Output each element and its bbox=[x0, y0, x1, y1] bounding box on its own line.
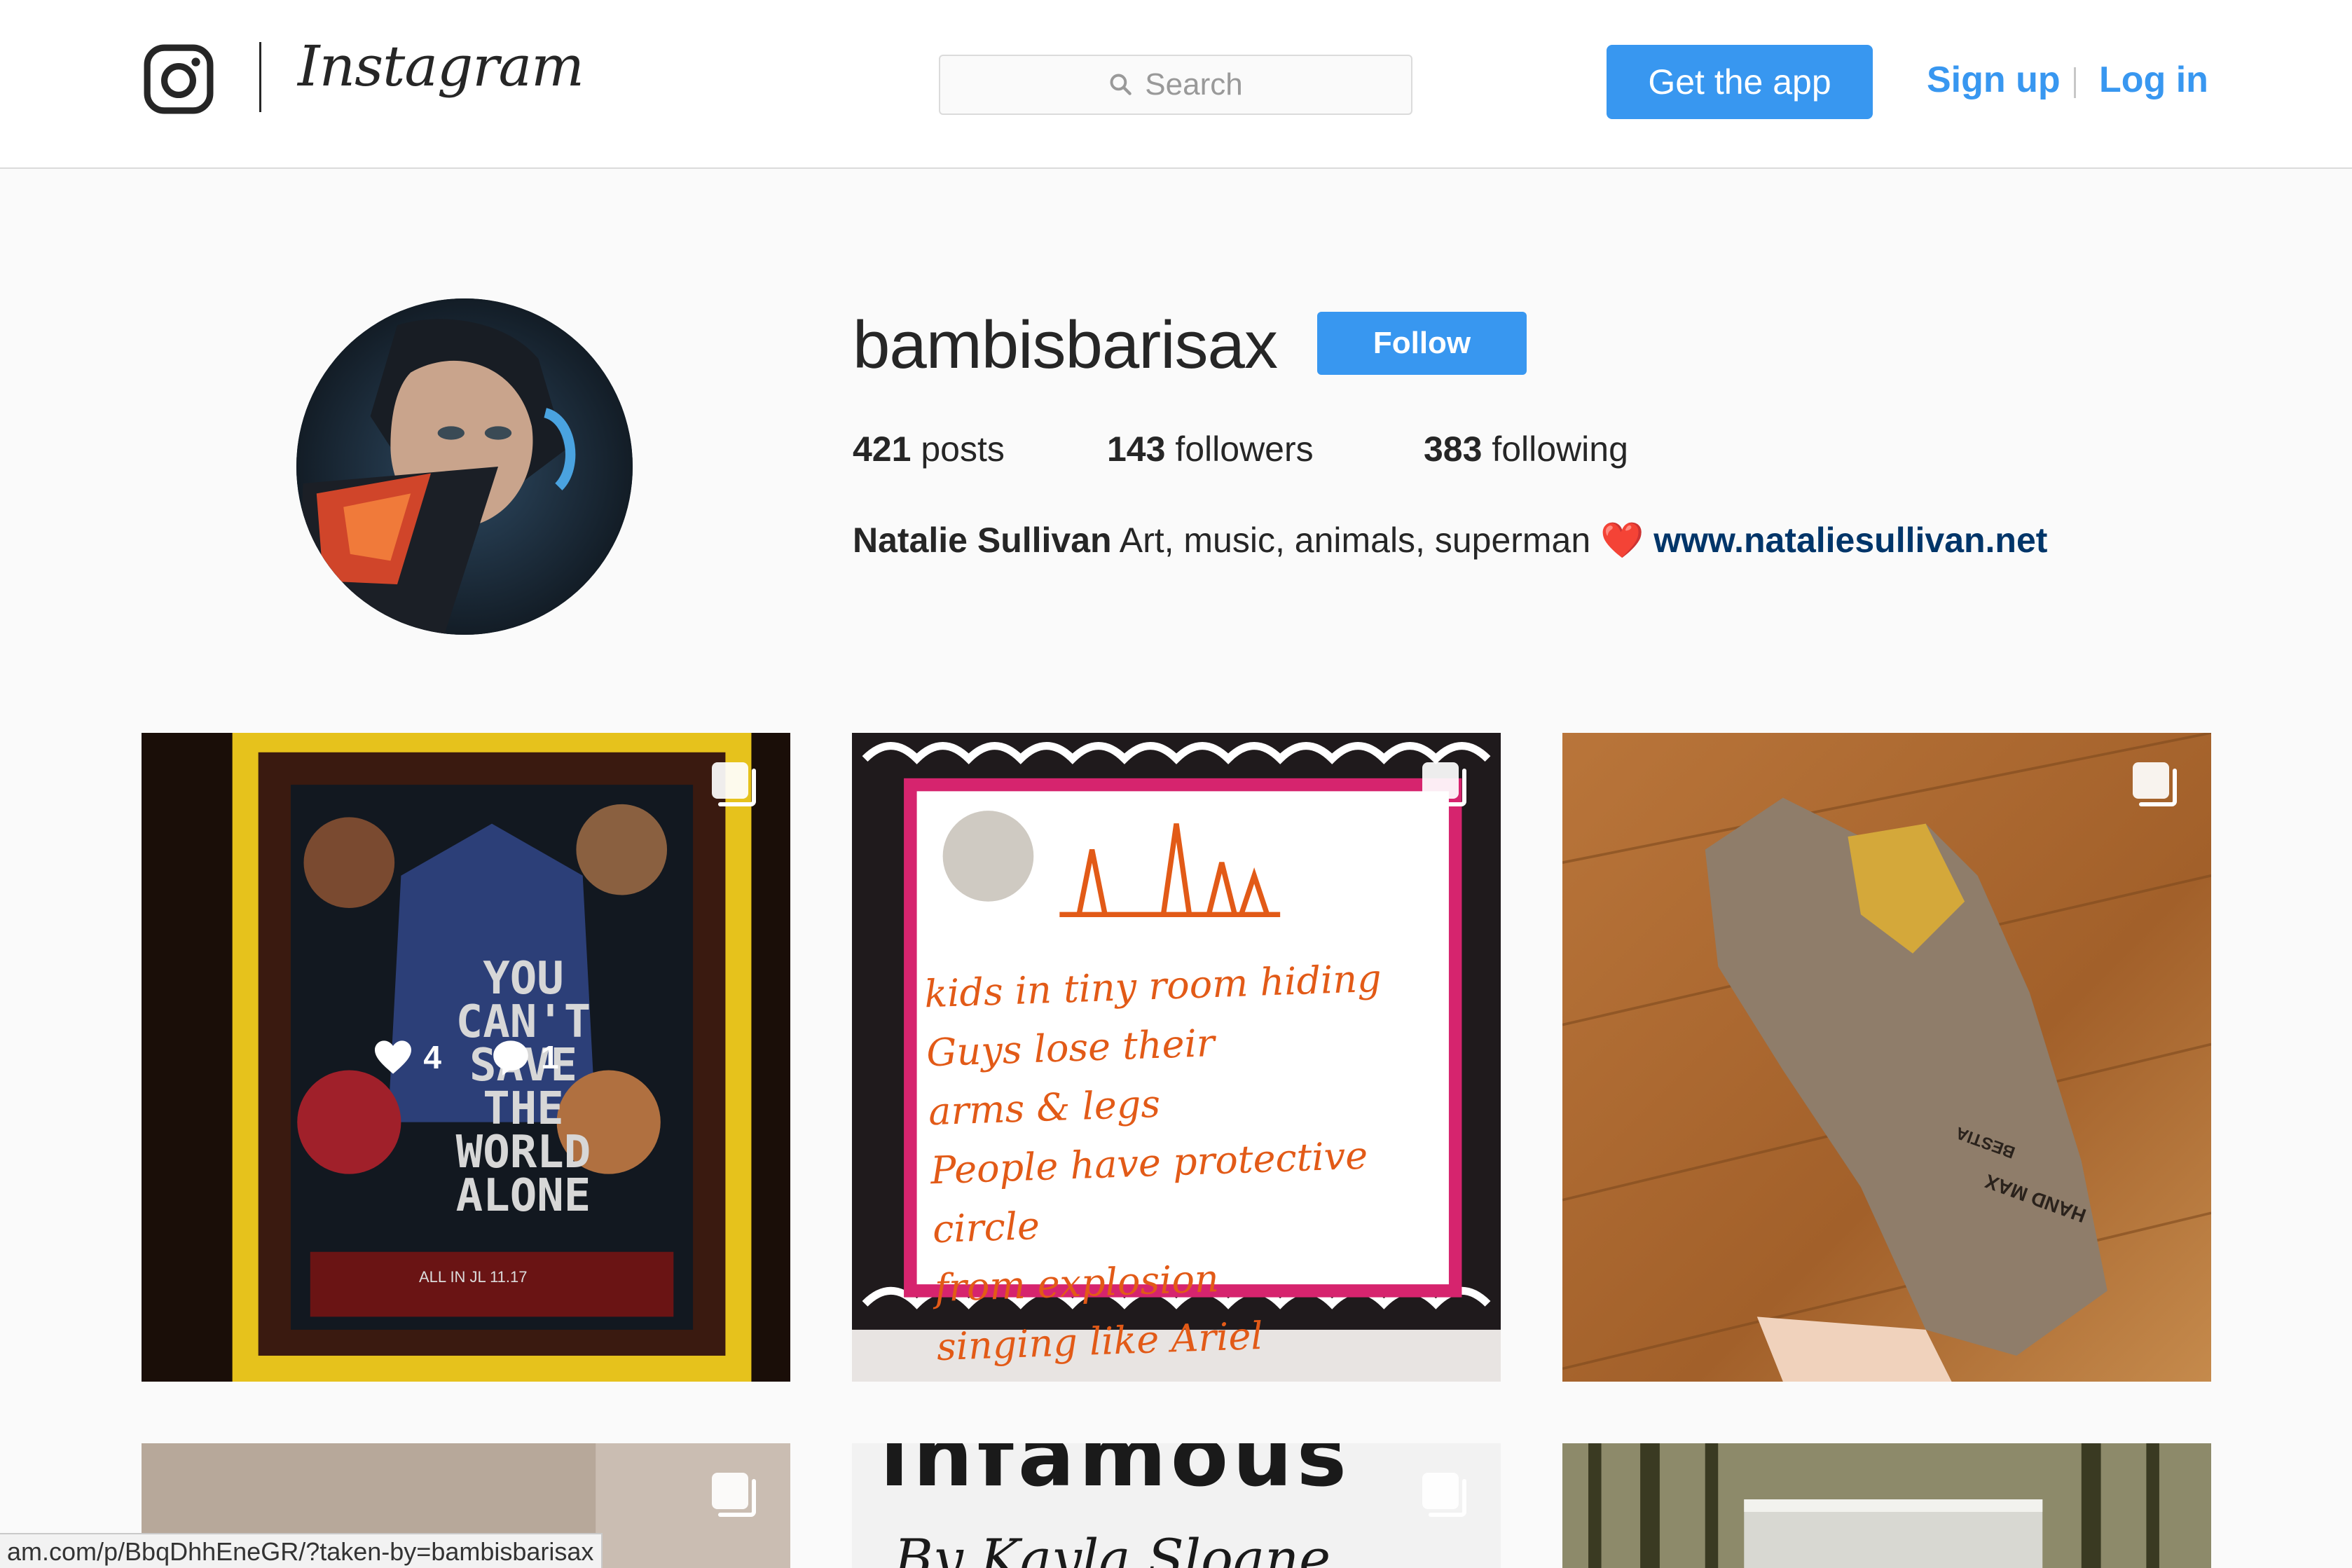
handwritten-note: kids in tiny room hiding Guys lose their… bbox=[923, 947, 1470, 1377]
sign-up-link[interactable]: Sign up bbox=[1927, 59, 2061, 101]
avatar-image bbox=[296, 298, 633, 635]
instagram-camera-icon[interactable] bbox=[143, 43, 214, 115]
multiple-photos-icon bbox=[712, 1473, 756, 1517]
follow-button[interactable]: Follow bbox=[1317, 312, 1527, 375]
browser-status-url: am.com/p/BbqDhhEneGR/?taken-by=bambisbar… bbox=[0, 1533, 603, 1568]
auth-divider bbox=[2074, 67, 2076, 98]
following-stat[interactable]: 383 following bbox=[1424, 429, 1628, 469]
multiple-photos-icon bbox=[712, 762, 756, 806]
comments-count: 1 bbox=[541, 1039, 559, 1075]
log-in-link[interactable]: Log in bbox=[2099, 59, 2208, 101]
multiple-photos-icon bbox=[1422, 762, 1466, 806]
profile-username: bambisbarisax bbox=[853, 308, 1278, 383]
post-image bbox=[1562, 1443, 2211, 1568]
followers-label: followers bbox=[1175, 429, 1314, 469]
comment-icon bbox=[493, 1040, 528, 1075]
post-image bbox=[1562, 733, 2211, 1382]
post-tile[interactable]: HAND MAX BESTIA bbox=[1562, 733, 2211, 1382]
book-cover-author: By Kayla Sloane bbox=[894, 1527, 1331, 1568]
following-label: following bbox=[1492, 429, 1628, 469]
likes-stat: 4 bbox=[373, 1038, 441, 1076]
get-the-app-button[interactable]: Get the app bbox=[1607, 45, 1873, 119]
search-icon bbox=[1110, 74, 1132, 95]
posts-label: posts bbox=[921, 429, 1005, 469]
note-line: People have protective circle bbox=[930, 1133, 1369, 1252]
top-navigation-bar: Instagram Search Get the app Sign up Log… bbox=[0, 0, 2352, 169]
instagram-wordmark[interactable]: Instagram bbox=[298, 34, 584, 99]
likes-count: 4 bbox=[423, 1039, 441, 1075]
post-tile[interactable] bbox=[1562, 1443, 2211, 1568]
search-input[interactable]: Search bbox=[939, 55, 1412, 115]
profile-website-link[interactable]: www.nataliesullivan.net bbox=[1653, 521, 2047, 560]
posts-count: 421 bbox=[853, 429, 912, 469]
followers-stat[interactable]: 143 followers bbox=[1107, 429, 1314, 469]
logo-divider bbox=[259, 42, 261, 112]
search-placeholder: Search bbox=[1145, 67, 1243, 102]
post-tile[interactable]: Infamous By Kayla Sloane bbox=[852, 1443, 1501, 1568]
followers-count: 143 bbox=[1107, 429, 1166, 469]
profile-full-name: Natalie Sullivan bbox=[853, 521, 1112, 560]
book-cover-title: Infamous bbox=[880, 1443, 1352, 1506]
following-count: 383 bbox=[1424, 429, 1483, 469]
comments-stat: 1 bbox=[490, 1038, 559, 1076]
post-hover-stats: 4 1 bbox=[142, 733, 790, 1382]
multiple-photos-icon bbox=[2133, 762, 2177, 806]
posts-stat: 421 posts bbox=[853, 429, 1005, 469]
bio-text: Art, music, animals, superman bbox=[1119, 521, 1591, 560]
profile-bio: Natalie Sullivan Art, music, animals, su… bbox=[853, 520, 2047, 561]
post-tile[interactable]: YOU CAN'T SAVE THE WORLD ALONE ALL IN JL… bbox=[142, 733, 790, 1382]
bio-emoji: ❤️ bbox=[1600, 520, 1644, 561]
heart-icon bbox=[375, 1040, 412, 1074]
profile-avatar[interactable] bbox=[296, 298, 633, 635]
post-tile[interactable]: kids in tiny room hiding Guys lose their… bbox=[852, 733, 1501, 1382]
multiple-photos-icon bbox=[1422, 1473, 1466, 1517]
